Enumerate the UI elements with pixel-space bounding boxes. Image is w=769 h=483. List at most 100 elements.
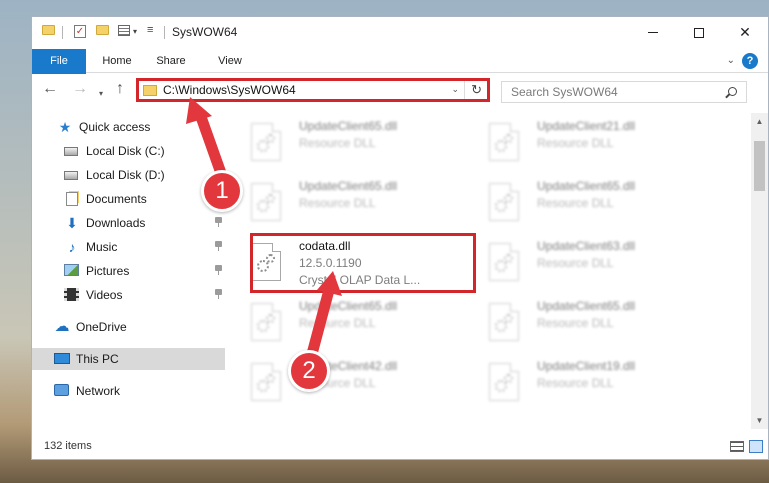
- sidebar-item-label: This PC: [76, 352, 119, 366]
- sidebar-item-downloads[interactable]: ⬇ Downloads: [32, 212, 225, 234]
- up-arrow-icon[interactable]: ↑: [116, 80, 124, 98]
- navigation-bar: ← → ▾ ↑ C:\Windows\SysWOW64 ⌄ ↻ Search S…: [32, 74, 768, 106]
- pin-icon[interactable]: [215, 289, 222, 299]
- file-type: Resource DLL: [537, 136, 614, 150]
- search-input[interactable]: Search SysWOW64: [511, 85, 618, 100]
- tab-share[interactable]: Share: [148, 49, 194, 73]
- help-icon[interactable]: ?: [742, 53, 758, 69]
- maximize-icon: [694, 27, 704, 38]
- file-name: UpdateClient65.dll: [537, 179, 636, 193]
- file-type: Resource DLL: [537, 316, 614, 330]
- sidebar-item-quick-access[interactable]: ★ Quick access: [32, 116, 225, 138]
- large-icons-view-icon[interactable]: [749, 440, 763, 453]
- quick-access-folder-icon[interactable]: [42, 25, 55, 35]
- maximize-button[interactable]: [676, 17, 722, 48]
- close-button[interactable]: ✕: [722, 17, 768, 48]
- refresh-icon[interactable]: ↻: [471, 81, 482, 99]
- pin-icon[interactable]: [215, 265, 222, 275]
- file-type: Resource DLL: [537, 376, 614, 390]
- sidebar-item-label: Local Disk (D:): [86, 168, 165, 182]
- file-item[interactable]: UpdateClient21.dll Resource DLL: [463, 115, 683, 167]
- quick-access-star-icon: ★: [58, 119, 72, 135]
- file-name: UpdateClient65.dll: [299, 299, 398, 313]
- properties-list-icon[interactable]: [118, 25, 130, 36]
- sidebar-item-pictures[interactable]: Pictures: [32, 260, 225, 282]
- dll-file-icon: [489, 363, 519, 401]
- step-1-badge: 1: [201, 170, 243, 212]
- scroll-up-arrow-icon[interactable]: ▲: [751, 113, 768, 130]
- file-item[interactable]: UpdateClient63.dll Resource DLL: [463, 235, 683, 287]
- sidebar-item-network[interactable]: Network: [32, 380, 225, 402]
- onedrive-icon: ☁: [54, 318, 70, 335]
- pin-icon[interactable]: [215, 217, 222, 227]
- file-item[interactable]: UpdateClient65.dll Resource DLL: [225, 175, 445, 227]
- file-item[interactable]: UpdateClient42.dll Resource DLL: [225, 355, 445, 407]
- vertical-scrollbar[interactable]: ▲ ▼: [751, 113, 768, 429]
- item-count: 132 items: [44, 440, 92, 452]
- sidebar-item-local-disk-d[interactable]: Local Disk (D:): [32, 164, 225, 186]
- navigation-pane: ★ Quick access Local Disk (C:) Local Dis…: [32, 113, 225, 429]
- minimize-icon: [648, 32, 658, 33]
- address-bar[interactable]: C:\Windows\SysWOW64 ⌄ ↻: [136, 78, 490, 102]
- file-name: UpdateClient65.dll: [299, 179, 398, 193]
- quick-access-separator: [62, 26, 63, 39]
- this-pc-icon: [54, 352, 70, 366]
- recent-locations-chevron-icon[interactable]: ▾: [99, 85, 103, 103]
- sidebar-item-label: Local Disk (C:): [86, 144, 165, 158]
- file-name: UpdateClient65.dll: [537, 299, 636, 313]
- address-dropdown-icon[interactable]: ⌄: [451, 84, 459, 95]
- highlight-box-codata: [250, 233, 476, 293]
- tab-view[interactable]: View: [207, 49, 253, 73]
- tab-home[interactable]: Home: [94, 49, 140, 73]
- file-item[interactable]: UpdateClient65.dll Resource DLL: [225, 295, 445, 347]
- sidebar-item-label: Videos: [86, 288, 123, 302]
- sidebar-item-label: Music: [86, 240, 118, 254]
- search-box[interactable]: Search SysWOW64: [501, 81, 747, 103]
- file-type: Resource DLL: [299, 196, 376, 210]
- sidebar-item-label: Documents: [86, 192, 147, 206]
- network-icon: [54, 384, 70, 398]
- ribbon-tabs: File Home Share View ⌄ ?: [32, 49, 768, 101]
- sidebar-item-onedrive[interactable]: ☁ OneDrive: [32, 316, 225, 338]
- downloads-icon: ⬇: [66, 215, 78, 231]
- address-path[interactable]: C:\Windows\SysWOW64: [163, 83, 296, 98]
- sidebar-item-videos[interactable]: Videos: [32, 284, 225, 306]
- sidebar-item-local-disk-c[interactable]: Local Disk (C:): [32, 140, 225, 162]
- file-item[interactable]: UpdateClient65.dll Resource DLL: [463, 175, 683, 227]
- minimize-button[interactable]: [630, 17, 676, 48]
- file-type: Resource DLL: [299, 316, 376, 330]
- file-item[interactable]: UpdateClient19.dll Resource DLL: [463, 355, 683, 407]
- properties-check-icon[interactable]: ✓: [74, 25, 86, 38]
- sidebar-item-documents[interactable]: Documents: [32, 188, 225, 210]
- customize-toolbar-icon[interactable]: ≡: [147, 24, 153, 36]
- details-view-icon[interactable]: [730, 441, 744, 452]
- step-2-badge: 2: [288, 350, 330, 392]
- title-separator: [164, 26, 165, 39]
- documents-icon: [64, 192, 80, 206]
- scrollbar-thumb[interactable]: [754, 141, 765, 191]
- new-folder-icon[interactable]: [96, 25, 109, 35]
- dropdown-arrow-icon[interactable]: ▾: [133, 27, 137, 36]
- local-disk-icon: [64, 144, 80, 158]
- search-icon[interactable]: [728, 87, 737, 96]
- sidebar-item-music[interactable]: ♪ Music: [32, 236, 225, 258]
- pin-icon[interactable]: [215, 241, 222, 251]
- pictures-icon: [64, 264, 80, 278]
- local-disk-icon: [64, 168, 80, 182]
- sidebar-item-label: Pictures: [86, 264, 130, 278]
- dll-file-icon: [489, 123, 519, 161]
- sidebar-item-label: Quick access: [79, 120, 151, 134]
- window-title: SysWOW64: [172, 25, 238, 39]
- file-item[interactable]: UpdateClient65.dll Resource DLL: [463, 295, 683, 347]
- scroll-down-arrow-icon[interactable]: ▼: [751, 412, 768, 429]
- file-name: UpdateClient65.dll: [299, 119, 398, 133]
- file-name: UpdateClient21.dll: [537, 119, 636, 133]
- sidebar-item-label: Network: [76, 384, 121, 398]
- expand-ribbon-chevron-icon[interactable]: ⌄: [727, 55, 735, 66]
- forward-arrow-icon[interactable]: →: [72, 80, 88, 98]
- back-arrow-icon[interactable]: ←: [42, 80, 58, 98]
- sidebar-item-this-pc[interactable]: This PC: [32, 348, 225, 370]
- dll-file-icon: [251, 363, 281, 401]
- file-item[interactable]: UpdateClient65.dll Resource DLL: [225, 115, 445, 167]
- sidebar-item-label: OneDrive: [76, 320, 127, 334]
